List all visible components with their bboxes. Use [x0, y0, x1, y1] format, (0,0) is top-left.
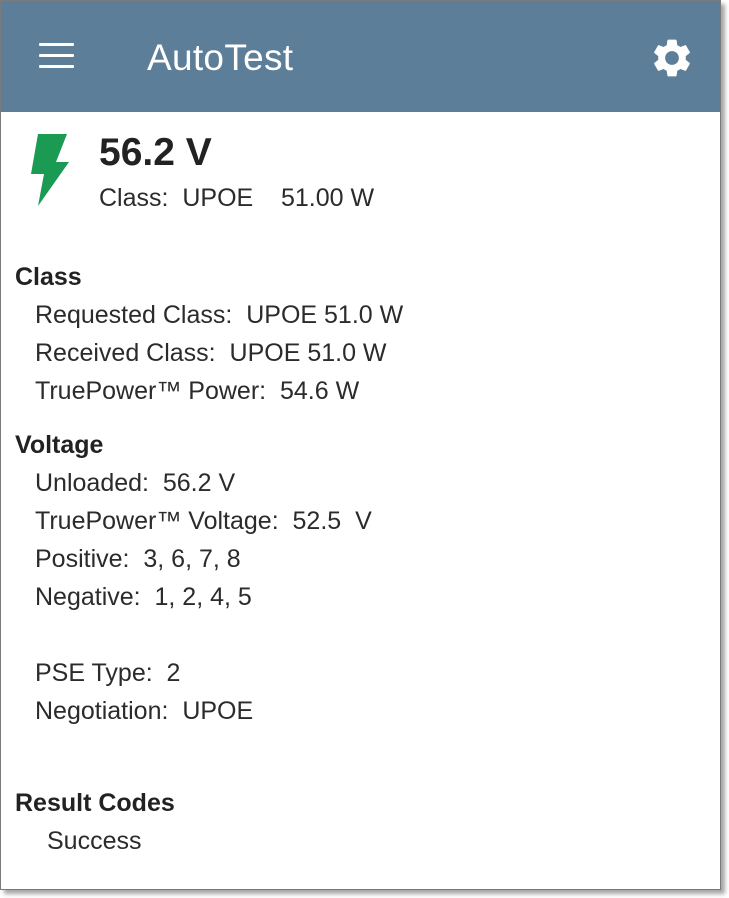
hamburger-menu-icon-line	[39, 65, 74, 68]
received-class-row: Received Class: UPOE 51.0 W	[35, 339, 387, 367]
app-window: AutoTest 56.2 V Class: UPOE 51.00 W Clas…	[0, 0, 721, 890]
page-title: AutoTest	[147, 37, 294, 78]
result-codes-heading: Result Codes	[15, 789, 175, 817]
truepower-power-row: TruePower™ Power: 54.6 W	[35, 377, 360, 405]
negative-pairs-row: Negative: 1, 2, 4, 5	[35, 583, 252, 611]
menu-button[interactable]	[37, 43, 77, 71]
voltage-heading: Voltage	[15, 431, 104, 459]
result-code-item: Success	[47, 827, 142, 855]
summary-voltage: 56.2 V	[99, 131, 212, 174]
class-heading: Class	[15, 263, 82, 291]
requested-class-row: Requested Class: UPOE 51.0 W	[35, 301, 404, 329]
unloaded-row: Unloaded: 56.2 V	[35, 469, 236, 497]
negotiation-row: Negotiation: UPOE	[35, 697, 254, 725]
hamburger-menu-icon-line	[39, 54, 74, 57]
positive-pairs-row: Positive: 3, 6, 7, 8	[35, 545, 241, 573]
lightning-bolt-icon	[31, 134, 69, 206]
settings-button[interactable]	[649, 35, 695, 81]
pse-type-row: PSE Type: 2	[35, 659, 181, 687]
hamburger-menu-icon-line	[39, 43, 74, 46]
truepower-voltage-row: TruePower™ Voltage: 52.5 V	[35, 507, 372, 535]
summary-class: Class: UPOE 51.00 W	[99, 184, 375, 212]
gear-icon	[654, 39, 690, 77]
app-bar: AutoTest	[1, 1, 720, 112]
